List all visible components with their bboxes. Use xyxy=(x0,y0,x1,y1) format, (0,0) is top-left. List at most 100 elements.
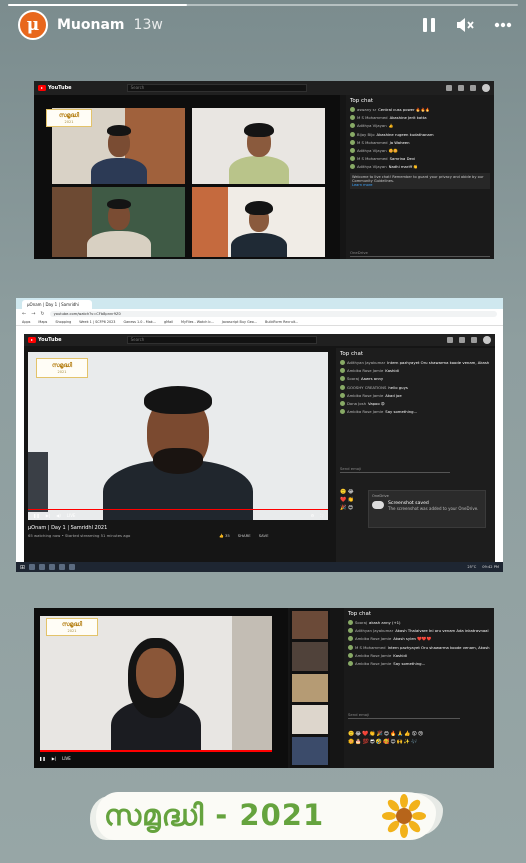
save-button[interactable]: SAVE xyxy=(259,533,269,538)
bookmark-item[interactable]: Ganess 1.0 - Mak... xyxy=(123,320,156,324)
chat-author[interactable]: M S Mohammed xyxy=(357,115,388,120)
chat-avatar[interactable] xyxy=(350,156,355,162)
browser-tab[interactable]: μOnam | Day 1 | Samridhi xyxy=(22,300,92,309)
account-icon[interactable] xyxy=(483,336,491,344)
chat-avatar[interactable] xyxy=(350,147,355,153)
fullscreen-icon[interactable]: ⛶ xyxy=(320,513,323,518)
forward-icon[interactable]: → xyxy=(31,311,35,317)
bookmark-item[interactable]: MyFiles - Watch b... xyxy=(181,320,214,324)
emoji-column[interactable]: 🙂 😂 ❤️ 👏 🎉 😍 xyxy=(340,488,366,512)
bookmark-item[interactable]: gMail xyxy=(164,320,173,324)
search-icon[interactable] xyxy=(29,564,36,570)
chat-author[interactable]: M S Mohammed xyxy=(355,645,386,650)
pause-icon[interactable]: ❚❚ xyxy=(39,756,46,761)
chat-avatar[interactable] xyxy=(340,409,345,415)
account-name[interactable]: Muonam xyxy=(57,17,125,33)
chat-author[interactable]: Adithya Vijayan xyxy=(357,148,387,153)
chat-author[interactable]: Bijoy Bijo xyxy=(357,132,375,137)
chat-author[interactable]: M S Mohammed xyxy=(357,140,388,145)
chat-author[interactable]: Ambika Rose Jamie xyxy=(355,653,391,658)
windows-start-icon[interactable]: ⊞ xyxy=(20,564,25,571)
settings-icon[interactable]: ⚙ xyxy=(311,513,315,518)
chat-avatar[interactable] xyxy=(348,636,353,642)
chat-input[interactable]: Send emoji xyxy=(348,712,460,719)
chat-author[interactable]: Ambika Rose Jamie xyxy=(347,393,383,398)
chat-avatar[interactable] xyxy=(348,660,353,666)
chat-author[interactable]: Sooraj xyxy=(355,620,367,625)
video-progress[interactable] xyxy=(40,750,272,752)
chat-avatar[interactable] xyxy=(350,123,355,129)
chat-avatar[interactable] xyxy=(350,107,355,112)
chat-avatar[interactable] xyxy=(348,628,353,634)
account-icon[interactable] xyxy=(482,84,490,92)
emoji-picker[interactable]: 🙂😂❤️👏🎉😍🔥🙏👍😮😢 🌼🎂💯😎🤣🥰😊🙌✨🎶 xyxy=(348,730,490,746)
reload-icon[interactable]: ↻ xyxy=(40,311,44,317)
volume-icon[interactable]: ◀) xyxy=(56,513,61,518)
bookmark-item[interactable]: Shopping xyxy=(55,320,71,324)
chrome-icon[interactable] xyxy=(49,564,56,570)
chat-avatar[interactable] xyxy=(340,360,345,365)
participant-thumb[interactable] xyxy=(292,673,328,703)
explorer-icon[interactable] xyxy=(59,564,66,570)
chat-author[interactable]: aswany sr xyxy=(357,107,376,112)
chat-title[interactable]: Top chat xyxy=(350,98,490,104)
bookmark-item[interactable]: Week 1 | SCFP6 2023 xyxy=(79,320,115,324)
pause-icon[interactable] xyxy=(422,17,436,33)
participant-thumb[interactable] xyxy=(292,736,328,766)
chat-avatar[interactable] xyxy=(340,400,345,406)
chat-input[interactable]: Send emoji xyxy=(340,466,450,473)
chat-author[interactable]: Adithyan Jayakumar xyxy=(347,360,385,365)
account-avatar[interactable]: μ xyxy=(18,10,48,40)
chat-avatar[interactable] xyxy=(348,644,353,650)
chat-author[interactable]: Ambika Rose Jamie xyxy=(355,636,391,641)
bell-icon[interactable] xyxy=(471,337,477,343)
bookmark-item[interactable]: Maps xyxy=(38,320,47,324)
chat-title[interactable]: Top chat xyxy=(340,351,491,357)
bookmark-item[interactable]: Apps xyxy=(22,320,30,324)
taskview-icon[interactable] xyxy=(39,564,46,570)
learn-more-link[interactable]: Learn more xyxy=(352,183,488,187)
next-icon[interactable]: ▶| xyxy=(46,513,50,518)
participant-thumb[interactable] xyxy=(292,642,328,671)
chat-author[interactable]: Dona Josh xyxy=(347,401,366,406)
chat-author[interactable]: Ambika Rose Jamie xyxy=(347,409,383,414)
chat-footer[interactable]: OneDrive xyxy=(350,250,490,257)
chat-author[interactable]: M S Mohammed xyxy=(357,156,388,161)
chat-avatar[interactable] xyxy=(340,384,345,390)
chat-title[interactable]: Top chat xyxy=(348,611,490,617)
video-player[interactable]: സമൃദ്ധി 2021 ❚❚ ▶| ◀) LIVE ⚙ ⛶ xyxy=(28,352,328,520)
next-icon[interactable]: ▶| xyxy=(52,756,56,761)
chat-avatar[interactable] xyxy=(340,368,345,374)
chat-author[interactable]: Ambika Rose Jamie xyxy=(355,661,391,666)
apps-icon[interactable] xyxy=(459,337,465,343)
bell-icon[interactable] xyxy=(470,85,476,91)
pause-icon[interactable]: ❚❚ xyxy=(33,513,40,518)
onedrive-toast[interactable]: OneDrive Screenshot saved The screenshot… xyxy=(368,490,486,528)
back-icon[interactable]: ← xyxy=(22,311,26,317)
create-icon[interactable] xyxy=(446,85,452,91)
video-player[interactable]: സമൃദ്ധി 2021 xyxy=(40,616,272,750)
chat-author[interactable]: GOOSHY CREATIONS xyxy=(347,385,386,390)
more-icon[interactable] xyxy=(494,22,512,28)
bookmark-item[interactable]: BuildForm Recruit... xyxy=(265,320,298,324)
chat-author[interactable]: Sooraj xyxy=(347,376,359,381)
chat-avatar[interactable] xyxy=(350,131,355,137)
chat-avatar[interactable] xyxy=(348,652,353,658)
share-button[interactable]: SHARE xyxy=(238,533,251,538)
like-button[interactable]: 👍 35 xyxy=(219,533,230,538)
chat-author[interactable]: Adithyan Jayakumar xyxy=(355,628,393,633)
chat-avatar[interactable] xyxy=(340,392,345,398)
chat-avatar[interactable] xyxy=(348,620,353,625)
chat-author[interactable]: Adithya Vijayan xyxy=(357,164,387,169)
search-input[interactable]: Search xyxy=(126,336,317,344)
app-icon[interactable] xyxy=(69,564,76,570)
chat-avatar[interactable] xyxy=(350,115,355,121)
chat-author[interactable]: Adithya Vijayan xyxy=(357,123,387,128)
search-input[interactable]: Search xyxy=(126,84,307,92)
chat-avatar[interactable] xyxy=(350,164,355,170)
youtube-logo[interactable]: YouTube xyxy=(38,85,72,91)
bookmark-item[interactable]: Javascript Buy Geo... xyxy=(222,320,257,324)
youtube-logo[interactable]: YouTube xyxy=(28,337,62,343)
create-icon[interactable] xyxy=(447,337,453,343)
apps-icon[interactable] xyxy=(458,85,464,91)
